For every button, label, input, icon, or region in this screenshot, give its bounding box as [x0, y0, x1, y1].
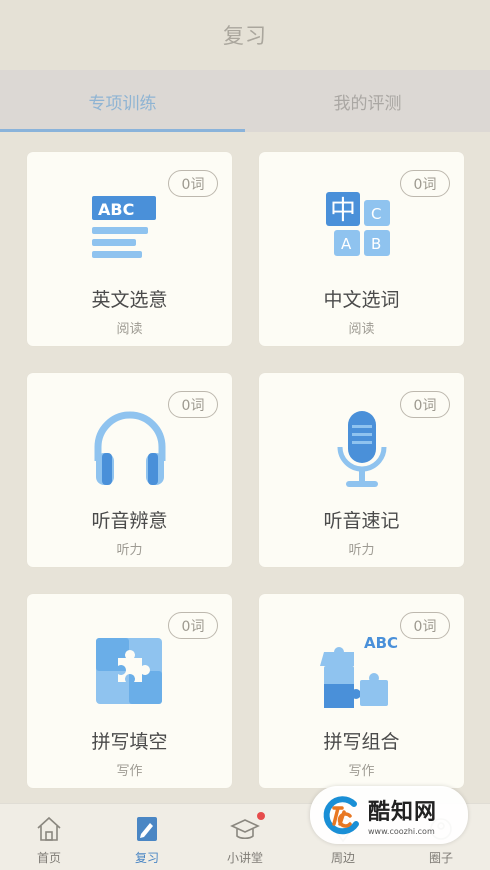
- word-count-badge: 0词: [400, 612, 450, 639]
- svg-text:中: 中: [330, 196, 356, 226]
- puzzle-abc-icon: ABC: [319, 634, 398, 708]
- card-english-meaning[interactable]: 0词 ABC 英文选意 阅读: [27, 152, 232, 346]
- svg-text:C: C: [371, 205, 381, 223]
- word-count-badge: 0词: [168, 170, 218, 197]
- svg-text:ABC: ABC: [98, 200, 134, 219]
- nav-label: 复习: [134, 851, 159, 865]
- word-count-badge: 0词: [400, 170, 450, 197]
- svg-text:ABC: ABC: [364, 634, 398, 652]
- page-title: 复习: [223, 24, 267, 48]
- card-title: 听音辨意: [91, 510, 168, 532]
- card-chinese-word[interactable]: 0词 中 C A B 中文选词 阅读: [259, 152, 464, 346]
- card-subtitle: 听力: [348, 543, 375, 558]
- svg-text:B: B: [371, 235, 381, 253]
- word-count-badge: 0词: [400, 391, 450, 418]
- graduation-cap-icon: [230, 819, 260, 840]
- card-subtitle: 阅读: [116, 322, 143, 337]
- card-title: 拼写组合: [323, 731, 400, 753]
- card-title: 中文选词: [323, 289, 400, 311]
- card-subtitle: 阅读: [348, 322, 375, 337]
- nav-lecture[interactable]: 小讲堂: [196, 804, 294, 870]
- svg-text:A: A: [341, 235, 352, 253]
- card-title: 听音速记: [323, 510, 400, 532]
- home-icon: [37, 816, 61, 841]
- page-header: 复习: [0, 0, 490, 70]
- coozhi-logo-icon: [323, 796, 359, 835]
- nav-review[interactable]: 复习: [98, 804, 196, 870]
- nav-label: 小讲堂: [226, 851, 263, 865]
- word-count-badge: 0词: [168, 612, 218, 639]
- nav-home[interactable]: 首页: [0, 804, 98, 870]
- watermark-url: www.coozhi.com: [368, 827, 435, 836]
- chinese-abc-tiles-icon: 中 C A B: [325, 192, 390, 256]
- tab-special-training[interactable]: 专项训练: [0, 70, 245, 132]
- card-subtitle: 听力: [116, 543, 143, 558]
- microphone-icon: [337, 411, 386, 487]
- word-count-badge: 0词: [168, 391, 218, 418]
- card-title: 拼写填空: [91, 731, 168, 753]
- notebook-pen-icon: [137, 817, 157, 841]
- watermark: 酷知网 www.coozhi.com: [310, 786, 468, 844]
- headphones-icon: [94, 411, 165, 485]
- card-listen-meaning[interactable]: 0词 听音辨意 听力: [27, 373, 232, 567]
- card-title: 英文选意: [91, 289, 168, 311]
- watermark-name: 酷知网: [368, 800, 438, 825]
- tab-bar: 专项训练 我的评测: [0, 70, 490, 132]
- puzzle-square-icon: [95, 638, 162, 704]
- card-spelling-combine[interactable]: 0词 ABC 拼写组合 写作: [259, 594, 464, 788]
- nav-label: 周边: [330, 851, 355, 865]
- abc-list-icon: ABC: [91, 196, 156, 258]
- nav-label: 首页: [36, 851, 61, 865]
- card-listen-dictation[interactable]: 0词 听音速记 听力: [259, 373, 464, 567]
- card-spelling-fill[interactable]: 0词 拼写填空 写作: [27, 594, 232, 788]
- notification-dot: [256, 812, 265, 820]
- card-subtitle: 写作: [348, 764, 375, 779]
- nav-label: 圈子: [428, 851, 453, 865]
- tab-my-assessment[interactable]: 我的评测: [245, 70, 490, 132]
- card-subtitle: 写作: [116, 764, 143, 779]
